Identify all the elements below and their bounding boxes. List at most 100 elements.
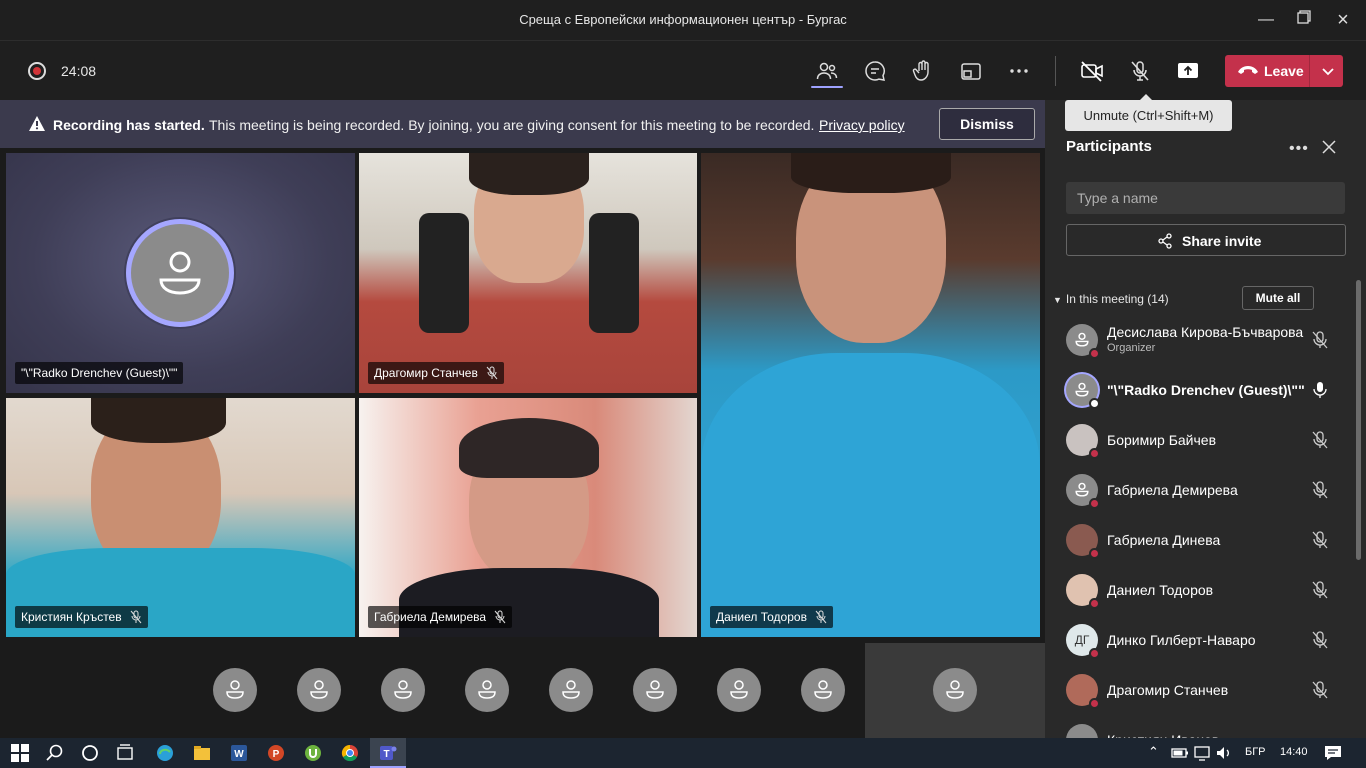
volume-icon[interactable] (1214, 743, 1234, 763)
battery-icon[interactable] (1170, 743, 1190, 763)
video-tile[interactable]: Даниел Тодоров (701, 153, 1040, 637)
self-view-tile[interactable] (865, 643, 1045, 738)
avatar[interactable] (801, 668, 845, 712)
more-options-icon[interactable]: ••• (1289, 140, 1309, 158)
chat-icon[interactable] (863, 59, 887, 83)
participant-row[interactable]: ДГ Динко Гилберт-Наваро (1045, 618, 1350, 668)
person-icon (394, 680, 412, 699)
microphone-muted-icon[interactable] (1312, 681, 1328, 699)
title-bar: Среща с Европейски информационен център … (0, 0, 1366, 40)
recording-indicator-icon (28, 62, 46, 80)
participant-name: Драгомир Станчев (1107, 682, 1229, 698)
person-icon (814, 680, 832, 699)
participant-row[interactable]: Габриела Динева (1045, 518, 1350, 568)
person-icon (1075, 482, 1089, 497)
status-badge (1089, 548, 1100, 559)
privacy-policy-link[interactable]: Privacy policy (819, 117, 905, 133)
avatar (933, 668, 977, 712)
microphone-muted-icon[interactable] (1312, 481, 1328, 499)
microphone-muted-icon[interactable] (1312, 631, 1328, 649)
dismiss-button[interactable]: Dismiss (939, 108, 1035, 140)
file-explorer-icon[interactable] (192, 743, 212, 763)
task-view-icon[interactable] (115, 743, 135, 763)
avatar[interactable] (381, 668, 425, 712)
network-icon[interactable] (1192, 743, 1212, 763)
warning-icon (29, 116, 45, 131)
participant-name: Габриела Динева (1107, 532, 1221, 548)
mute-all-button[interactable]: Mute all (1242, 286, 1314, 310)
unmute-tooltip: Unmute (Ctrl+Shift+M) (1065, 94, 1232, 131)
chevron-up-icon[interactable]: ⌃ (1148, 744, 1159, 760)
edge-icon[interactable] (155, 743, 175, 763)
avatar (126, 219, 234, 327)
microphone-muted-icon[interactable] (1312, 431, 1328, 449)
recording-banner: Recording has started. This meeting is b… (0, 100, 1045, 148)
video-tile[interactable]: Драгомир Станчев (359, 153, 697, 393)
search-icon[interactable] (45, 743, 65, 763)
avatar[interactable] (549, 668, 593, 712)
participants-icon[interactable] (815, 59, 839, 83)
close-window-icon[interactable]: × (1333, 10, 1353, 30)
toolbar-divider (1055, 56, 1056, 86)
status-badge (1089, 448, 1100, 459)
avatar[interactable] (633, 668, 677, 712)
participant-row[interactable]: Боримир Байчев (1045, 418, 1350, 468)
microphone-muted-icon[interactable] (1128, 59, 1152, 83)
microphone-muted-icon[interactable] (1312, 581, 1328, 599)
avatar[interactable] (297, 668, 341, 712)
participant-name-label: Драгомир Станчев (368, 362, 504, 384)
microphone-icon[interactable] (1312, 381, 1328, 399)
person-icon (159, 251, 201, 295)
notifications-icon[interactable] (1323, 743, 1343, 763)
status-badge (1089, 498, 1100, 509)
person-icon (562, 680, 580, 699)
cortana-icon[interactable] (80, 743, 100, 763)
video-tile[interactable]: Габриела Демирева (359, 398, 697, 637)
breakout-rooms-icon[interactable] (959, 59, 983, 83)
participants-active-indicator (811, 86, 843, 88)
participant-name: Динко Гилберт-Наваро (1107, 632, 1256, 648)
share-screen-icon[interactable] (1176, 59, 1200, 83)
participant-row[interactable]: "\"Radko Drenchev (Guest)\"" (1045, 368, 1350, 418)
video-tile[interactable]: Кристиян Кръстев (6, 398, 355, 637)
status-badge (1089, 698, 1100, 709)
minimize-icon[interactable]: — (1256, 10, 1276, 30)
microphone-muted-icon[interactable] (1312, 331, 1328, 349)
windows-start-icon[interactable] (10, 743, 30, 763)
close-icon[interactable] (1322, 140, 1336, 154)
scrollbar[interactable] (1356, 280, 1361, 560)
maximize-icon[interactable] (1294, 10, 1314, 30)
chrome-icon[interactable] (340, 743, 360, 763)
camera-off-icon[interactable] (1080, 59, 1104, 83)
participant-name-label: "\"Radko Drenchev (Guest)\"" (15, 362, 184, 384)
participant-role: Organizer (1107, 342, 1156, 354)
share-invite-button[interactable]: Share invite (1066, 224, 1346, 256)
panel-title: Participants (1066, 138, 1152, 155)
participant-row[interactable]: Габриела Демирева (1045, 468, 1350, 518)
raise-hand-icon[interactable] (911, 59, 935, 83)
participant-row[interactable]: Даниел Тодоров (1045, 568, 1350, 618)
avatar[interactable] (717, 668, 761, 712)
input-language[interactable]: БГР (1245, 746, 1266, 758)
in-meeting-section-header[interactable]: ▼ In this meeting (14) (1053, 292, 1169, 306)
person-icon (1075, 382, 1089, 397)
powerpoint-icon[interactable]: P (266, 743, 286, 763)
search-input[interactable] (1066, 182, 1345, 214)
more-actions-icon[interactable] (1007, 59, 1031, 83)
leave-button[interactable]: Leave (1225, 55, 1343, 87)
person-icon (1075, 332, 1089, 347)
microphone-muted-icon (130, 610, 141, 624)
word-icon[interactable]: W (229, 743, 249, 763)
utorrent-icon[interactable] (303, 743, 323, 763)
participant-row[interactable]: Драгомир Станчев (1045, 668, 1350, 718)
microphone-muted-icon[interactable] (1312, 531, 1328, 549)
clock[interactable]: 14:40 (1280, 746, 1308, 758)
banner-title: Recording has started. (53, 117, 205, 133)
avatar[interactable] (213, 668, 257, 712)
video-tile[interactable]: "\"Radko Drenchev (Guest)\"" (6, 153, 355, 393)
chevron-down-icon[interactable] (1319, 62, 1337, 80)
share-icon (1158, 233, 1172, 249)
teams-taskbar-button[interactable]: T (370, 738, 406, 768)
avatar[interactable] (465, 668, 509, 712)
participant-row[interactable]: Десислава Кирова-Бъчварова Organizer (1045, 318, 1350, 368)
